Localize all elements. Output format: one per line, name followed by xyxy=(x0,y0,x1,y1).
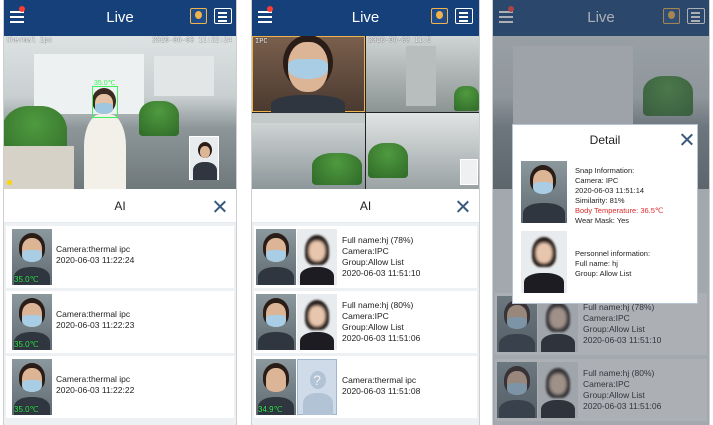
personnel-info-header: Personnel information: xyxy=(575,249,651,258)
unknown-person-icon: ? xyxy=(297,359,337,415)
snapshot-thumb: 35.0℃ xyxy=(12,229,52,285)
snapshot-thumb xyxy=(256,229,296,285)
snap-similarity: Similarity: 81% xyxy=(575,196,625,205)
personnel-full-name: Full name: hj xyxy=(575,259,618,268)
list-item[interactable]: 35.0℃ Camera:thermal ipc 2020-06-03 11:2… xyxy=(6,291,234,353)
screen-detail: Live Full name:hj (78%) Camera:IPC Group… xyxy=(492,0,710,425)
live-video-grid: IPC 2020-06-03 11:5 xyxy=(252,36,479,189)
list-item[interactable]: 35.0℃ Camera:thermal ipc 2020-06-03 11:2… xyxy=(6,356,234,418)
list-item[interactable]: 35.0℃ Camera:thermal ipc 2020-06-03 11:2… xyxy=(6,226,234,288)
screen-live-thermal: Live 35.0℃ thermal ipc 2020-06-03 11:22:… xyxy=(3,0,237,425)
video-tile[interactable]: 2020-06-03 11:5 xyxy=(366,36,479,112)
dialog-title: Detail xyxy=(589,133,621,147)
item-camera: Camera:thermal ipc xyxy=(56,374,131,384)
video-tile[interactable]: IPC xyxy=(252,36,365,115)
video-tile[interactable] xyxy=(366,113,479,189)
item-time: 2020-06-03 11:51:08 xyxy=(342,386,421,396)
status-dot xyxy=(7,180,12,185)
top-bar: Live xyxy=(4,0,236,36)
list-view-icon[interactable] xyxy=(214,8,232,24)
item-time: 2020-06-03 11:51:10 xyxy=(342,268,421,278)
ai-event-list[interactable]: 35.0℃ Camera:thermal ipc 2020-06-03 11:2… xyxy=(4,223,236,425)
screen-live-grid: Live IPC 2020-06-03 11:5 AI Full name:hj… xyxy=(251,0,480,425)
snapshot-thumb: 35.0℃ xyxy=(12,294,52,350)
close-icon[interactable] xyxy=(213,200,226,213)
live-video[interactable]: 35.0℃ thermal ipc 2020-06-03 11:22:24 xyxy=(4,36,236,189)
item-name: Full name:hj (78%) xyxy=(342,235,414,245)
list-item[interactable]: Full name:hj (80%) Camera:IPC Group:Allo… xyxy=(254,291,477,353)
snapshot-thumb xyxy=(256,294,296,350)
face-box xyxy=(92,86,118,118)
osd-timestamp: 2020-06-03 11:22:24 xyxy=(152,37,232,45)
snap-time: 2020-06-03 11:51:14 xyxy=(575,186,645,195)
list-item[interactable]: 34.9℃ ? Camera:thermal ipc 2020-06-03 11… xyxy=(254,356,477,418)
ai-panel-title: AI xyxy=(359,199,372,213)
person-photo xyxy=(297,294,337,350)
ai-panel-header: AI xyxy=(4,189,236,223)
item-camera: Camera:thermal ipc xyxy=(56,244,131,254)
close-icon[interactable] xyxy=(456,200,469,213)
snapshot-thumb[interactable] xyxy=(189,136,219,180)
snapshot-thumb: 34.9℃ xyxy=(256,359,296,415)
item-camera: Camera:IPC xyxy=(342,311,389,321)
item-group: Group:Allow List xyxy=(342,322,404,332)
item-name: Full name:hj (80%) xyxy=(342,300,414,310)
snap-info-header: Snap Information: xyxy=(575,166,635,175)
snap-wear-mask: Wear Mask: Yes xyxy=(575,216,630,225)
list-view-icon[interactable] xyxy=(455,8,473,24)
ai-panel-title: AI xyxy=(114,199,126,213)
item-group: Group:Allow List xyxy=(342,257,404,267)
close-icon[interactable] xyxy=(680,133,693,146)
snapshot-photo xyxy=(521,161,567,223)
snapshot-thumb: 35.0℃ xyxy=(12,359,52,415)
top-bar: Live xyxy=(252,0,479,36)
ai-panel-header: AI xyxy=(252,189,479,223)
face-temp: 35.0℃ xyxy=(94,80,116,87)
snap-camera: Camera: IPC xyxy=(575,176,619,185)
item-camera: Camera:IPC xyxy=(342,246,389,256)
item-time: 2020-06-03 11:51:06 xyxy=(342,333,421,343)
person-photo xyxy=(297,229,337,285)
personnel-photo xyxy=(521,231,567,293)
item-time: 2020-06-03 11:22:24 xyxy=(56,255,135,265)
face-recognition-icon[interactable] xyxy=(190,8,207,24)
item-camera: Camera:thermal ipc xyxy=(56,309,131,319)
detail-dialog: Detail Snap Information: Camera: IPC 202… xyxy=(512,124,698,304)
ai-event-list[interactable]: Full name:hj (78%) Camera:IPC Group:Allo… xyxy=(252,223,479,425)
osd-camera-name: thermal ipc xyxy=(6,37,53,45)
item-time: 2020-06-03 11:22:22 xyxy=(56,385,135,395)
list-item[interactable]: Full name:hj (78%) Camera:IPC Group:Allo… xyxy=(254,226,477,288)
snap-body-temperature: Body Temperature: 36.5℃ xyxy=(575,206,664,215)
video-tile[interactable] xyxy=(252,113,365,189)
item-time: 2020-06-03 11:22:23 xyxy=(56,320,135,330)
face-recognition-icon[interactable] xyxy=(431,8,448,24)
item-camera: Camera:thermal ipc xyxy=(342,375,417,385)
personnel-group: Group: Allow List xyxy=(575,269,632,278)
